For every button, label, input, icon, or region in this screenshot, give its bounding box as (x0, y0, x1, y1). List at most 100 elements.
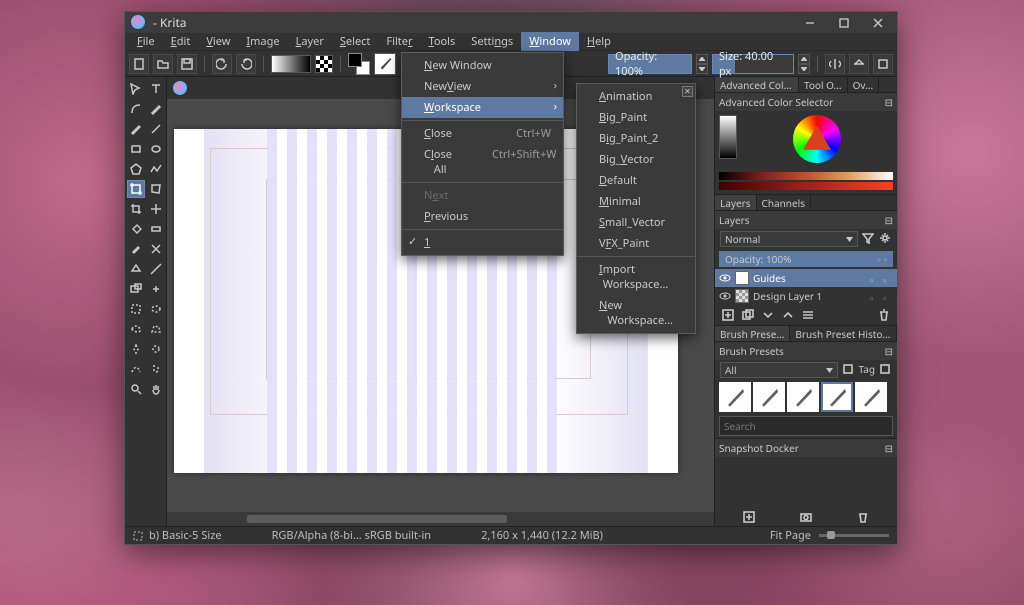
minimize-button[interactable] (793, 12, 827, 33)
reference-tool[interactable] (127, 280, 145, 298)
polyline-tool[interactable] (147, 160, 165, 178)
menu-layer[interactable]: Layer (288, 32, 332, 51)
poly-select-tool[interactable] (147, 320, 165, 338)
wraparound-button[interactable] (873, 54, 893, 74)
similar-select-tool[interactable] (147, 340, 165, 358)
size-slider[interactable]: Size: 40.00 px (712, 54, 794, 74)
ellipse-select-tool[interactable] (147, 300, 165, 318)
gradient-tool[interactable] (147, 220, 165, 238)
workspace-animation[interactable]: Animation (577, 86, 695, 107)
menu-edit[interactable]: Edit (163, 32, 199, 51)
bezier-select-tool[interactable] (127, 360, 145, 378)
filter-icon[interactable] (861, 231, 875, 245)
undo-button[interactable] (212, 54, 232, 74)
tab-tool-options[interactable]: Tool O... (799, 77, 848, 92)
color-value-bar[interactable] (719, 115, 737, 159)
workspace-big-paint-2[interactable]: Big_Paint_2 (577, 128, 695, 149)
brush-preset-selector[interactable] (374, 53, 396, 75)
zoom-slider[interactable] (819, 534, 889, 537)
color-wheel[interactable] (793, 115, 841, 163)
save-doc-button[interactable] (177, 54, 197, 74)
eye-icon[interactable] (719, 290, 731, 302)
menu-item-new-window[interactable]: New Window (402, 55, 563, 76)
tab-layers[interactable]: Layers (715, 195, 757, 210)
eye-icon[interactable] (719, 272, 731, 284)
size-stepper[interactable] (798, 54, 810, 74)
layer-props-button[interactable] (801, 308, 815, 322)
calligraphy-tool[interactable] (147, 100, 165, 118)
add-layer-button[interactable] (721, 308, 735, 322)
line-tool[interactable] (147, 120, 165, 138)
layer-opacity-slider[interactable]: Opacity: 100% ▫ ▫ (719, 251, 893, 267)
menu-settings[interactable]: Settings (463, 32, 521, 51)
measure-tool[interactable] (147, 260, 165, 278)
close-icon[interactable]: ⊟ (885, 95, 893, 109)
workspace-import[interactable]: Import Workspace... (577, 259, 695, 295)
crop-tool[interactable] (127, 200, 145, 218)
tab-brush-presets[interactable]: Brush Presets (715, 326, 790, 341)
workspace-default[interactable]: Default (577, 170, 695, 191)
grid-tool[interactable] (147, 280, 165, 298)
brush-filter-combo[interactable]: All (720, 362, 838, 378)
delete-snapshot-button[interactable] (856, 510, 870, 524)
fill-tool[interactable] (127, 220, 145, 238)
zoom-tool[interactable] (127, 380, 145, 398)
pan-tool[interactable] (147, 380, 165, 398)
polygon-tool[interactable] (127, 160, 145, 178)
rect-tool[interactable] (127, 140, 145, 158)
blend-mode-combo[interactable]: Normal (720, 231, 858, 247)
fg-bg-color[interactable] (348, 53, 370, 75)
menu-select[interactable]: Select (332, 32, 379, 51)
gradient-selector[interactable] (271, 55, 311, 73)
menu-item-new-view[interactable]: New View (402, 76, 563, 97)
menu-filter[interactable]: Filter (378, 32, 420, 51)
menu-item-close-all[interactable]: Close AllCtrl+Shift+W (402, 144, 563, 180)
document-tab-icon[interactable] (173, 81, 187, 95)
move-down-button[interactable] (761, 308, 775, 322)
tab-overview[interactable]: Ov... (848, 77, 880, 92)
color-selector[interactable] (715, 111, 897, 172)
freehand-select-tool[interactable] (127, 320, 145, 338)
assistant-tool[interactable] (127, 260, 145, 278)
menu-item-doc-1[interactable]: 1 (402, 232, 563, 253)
close-icon[interactable]: ⊟ (885, 441, 893, 455)
lock-icons[interactable]: ▫ ▫ (877, 252, 887, 266)
brush-preset[interactable] (821, 382, 853, 412)
mirror-h-button[interactable] (825, 54, 845, 74)
search-input[interactable] (719, 416, 893, 436)
move-up-button[interactable] (781, 308, 795, 322)
workspace-small-vector[interactable]: Small_Vector (577, 212, 695, 233)
horizontal-scrollbar[interactable] (167, 512, 714, 526)
add-snapshot-button[interactable] (742, 510, 756, 524)
open-doc-button[interactable] (153, 54, 173, 74)
move-tool[interactable] (127, 80, 145, 98)
opacity-stepper[interactable] (696, 54, 708, 74)
menu-view[interactable]: View (198, 32, 238, 51)
color-picker-tool[interactable] (127, 240, 145, 258)
move-layer-tool[interactable] (147, 200, 165, 218)
contiguous-select-tool[interactable] (127, 340, 145, 358)
menu-image[interactable]: Image (238, 32, 287, 51)
delete-layer-button[interactable] (877, 308, 891, 322)
new-doc-button[interactable] (129, 54, 149, 74)
workspace-minimal[interactable]: Minimal (577, 191, 695, 212)
menu-help[interactable]: Help (579, 32, 619, 51)
magnetic-select-tool[interactable] (147, 360, 165, 378)
free-transform-tool[interactable] (147, 180, 165, 198)
opacity-slider[interactable]: Opacity: 100% (608, 54, 692, 74)
workspace-big-vector[interactable]: Big_Vector (577, 149, 695, 170)
menu-item-close[interactable]: CloseCtrl+W (402, 123, 563, 144)
menu-item-previous[interactable]: Previous (402, 206, 563, 227)
zoom-mode-label[interactable]: Fit Page (770, 528, 811, 543)
menu-window[interactable]: Window (521, 32, 579, 51)
color-history[interactable] (715, 172, 897, 194)
layer-row[interactable]: Design Layer 1 ▫▫ (715, 287, 897, 305)
brush-preset[interactable] (753, 382, 785, 412)
tab-channels[interactable]: Channels (757, 195, 811, 210)
tag-menu-button[interactable] (878, 362, 892, 376)
tab-advanced-color[interactable]: Advanced Color S... (715, 77, 799, 92)
smart-patch-tool[interactable] (147, 240, 165, 258)
close-button[interactable] (861, 12, 895, 33)
maximize-button[interactable] (827, 12, 861, 33)
menu-item-workspace[interactable]: Workspace (402, 97, 563, 118)
